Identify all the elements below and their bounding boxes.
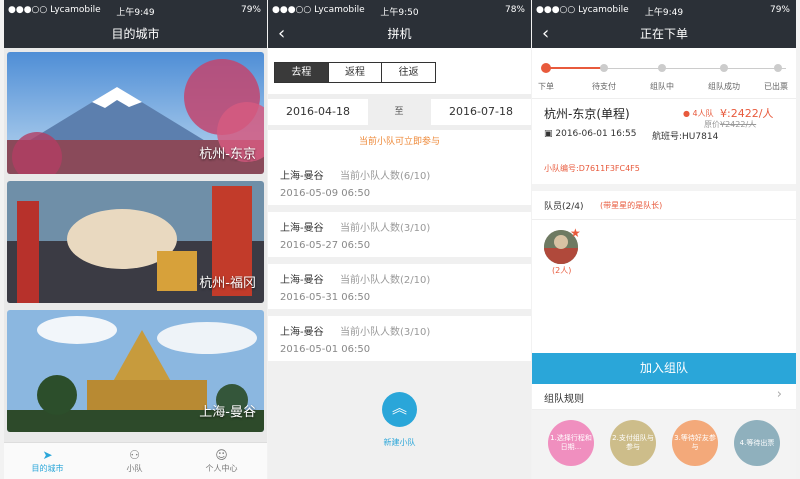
battery: 79% <box>240 5 261 15</box>
progress-label: 组队成功 <box>708 82 740 91</box>
clock: 上午9:50 <box>380 8 419 18</box>
screen-destinations: ●●●○○ Lycamobile 上午9:49 79% 目的城市 杭州-东京 杭… <box>4 0 267 479</box>
join-hint: 当前小队可立即参与 <box>358 137 440 147</box>
order-summary: 杭州-东京(单程) ● 4人队 ¥:2422/人 原价¥2422/人 ▣ 201… <box>532 98 796 184</box>
clock: 上午9:49 <box>116 8 155 18</box>
trip-type-segmented-control: 去程 返程 往返 <box>274 62 436 83</box>
progress-label: 待支付 <box>592 82 616 91</box>
status-bar: ●●●○○ Lycamobile 上午9:50 78% <box>268 0 531 21</box>
flow-step-4: 4.等待出票 <box>734 420 780 466</box>
tab-team[interactable]: ⚇ 小队 <box>91 448 178 474</box>
new-team-label[interactable]: 新建小队 <box>268 437 531 448</box>
tab-label: 个人中心 <box>205 464 238 473</box>
avatar-count: (2人) <box>552 266 572 275</box>
screen-order: ●●●○○ Lycamobile 上午9:49 79% ‹ 正在下单 下单 待支… <box>532 0 796 479</box>
trip-date: 2016-05-27 06:50 <box>280 240 371 251</box>
trip-item[interactable]: 上海-曼谷 当前小队人数(3/10) 2016-05-27 06:50 <box>268 212 531 257</box>
flow-step-3: 3.等待好友参与 <box>672 420 718 466</box>
date-separator: 至 <box>394 107 404 117</box>
segment-return[interactable]: 返程 <box>327 63 382 82</box>
page-title: 拼机 <box>387 27 412 41</box>
members-header: 队员(2/4) (带星星的是队长) <box>532 191 796 219</box>
progress-dot <box>720 64 728 72</box>
flight-number: 航班号:HU7814 <box>652 132 719 142</box>
trip-date: 2016-05-09 06:50 <box>280 188 371 199</box>
tab-label: 目的城市 <box>31 464 64 473</box>
flow-step-2: 2.支付组队与参与 <box>610 420 656 466</box>
nav-bar: 目的城市 <box>4 21 267 48</box>
city-card-label: 杭州-福冈 <box>199 276 256 291</box>
city-card-tokyo[interactable]: 杭州-东京 <box>7 52 264 174</box>
trip-item[interactable]: 上海-曼谷 当前小队人数(6/10) 2016-05-09 06:50 <box>268 160 531 205</box>
trip-item[interactable]: 上海-曼谷 当前小队人数(2/10) 2016-05-31 06:50 <box>268 264 531 309</box>
new-team-button[interactable]: ︽ <box>382 392 417 427</box>
city-card-bangkok[interactable]: 上海-曼谷 <box>7 310 264 432</box>
page-title: 正在下单 <box>639 27 688 41</box>
tab-profile[interactable]: ☺ 个人中心 <box>178 448 265 474</box>
order-progress: 下单 待支付 组队中 组队成功 已出票 <box>532 48 796 98</box>
tab-bar: ➤ 目的城市 ⚇ 小队 ☺ 个人中心 <box>4 442 267 479</box>
battery: 79% <box>769 5 790 15</box>
battery: 78% <box>504 5 525 15</box>
progress-dot <box>774 64 782 72</box>
date-to[interactable]: 2016-07-18 <box>431 99 531 125</box>
segment-outbound[interactable]: 去程 <box>275 63 328 82</box>
stage: ●●●○○ Lycamobile 上午9:49 79% 目的城市 杭州-东京 杭… <box>0 0 800 479</box>
trip-item[interactable]: 上海-曼谷 当前小队人数(3/10) 2016-05-01 06:50 <box>268 316 531 361</box>
members-title: 队员(2/4) <box>544 202 584 212</box>
status-bar: ●●●○○ Lycamobile 上午9:49 79% <box>4 0 267 21</box>
progress-dot <box>600 64 608 72</box>
trip-count: 当前小队人数(6/10) <box>340 171 431 182</box>
clock: 上午9:49 <box>644 8 684 18</box>
trip-date: 2016-05-31 06:50 <box>280 292 371 303</box>
progress-dot-active <box>541 63 551 73</box>
progress-label: 已出票 <box>764 82 788 91</box>
members-list: ★ (2人) <box>532 219 796 354</box>
progress-line-done <box>544 67 602 69</box>
trip-route: 上海-曼谷 <box>280 223 324 234</box>
team-rules-row[interactable]: 组队规则 › <box>532 384 796 410</box>
location-arrow-icon: ➤ <box>42 448 53 462</box>
city-card-label: 杭州-东京 <box>199 147 256 162</box>
segment-round-trip[interactable]: 往返 <box>381 63 435 82</box>
city-card-label: 上海-曼谷 <box>199 405 256 420</box>
members-note: (带星星的是队长) <box>600 201 663 210</box>
people-icon: ⚇ <box>129 448 140 462</box>
team-size-badge: ● 4人队 <box>683 109 714 118</box>
nav-bar: ‹ 拼机 <box>268 21 531 48</box>
join-team-button[interactable]: 加入组队 <box>532 353 796 384</box>
trip-route: 上海-曼谷 <box>280 171 324 182</box>
page-title: 目的城市 <box>111 27 160 41</box>
city-card-fukuoka[interactable]: 杭州-福冈 <box>7 181 264 303</box>
departure-time: ▣ 2016-06-01 16:55 <box>544 129 637 139</box>
chevron-right-icon: › <box>776 387 782 402</box>
flow-step-1: 1.选择行程和日期... <box>548 420 594 466</box>
leader-star-icon: ★ <box>570 226 581 240</box>
team-number: 小队编号:D7611F3FC4F5 <box>544 164 640 173</box>
trip-count: 当前小队人数(3/10) <box>340 327 431 338</box>
status-bar: ●●●○○ Lycamobile 上午9:49 79% <box>532 0 796 21</box>
trip-route: 上海-曼谷 <box>280 275 324 286</box>
order-route: 杭州-东京(单程) <box>544 107 630 121</box>
team-rules-label: 组队规则 <box>544 394 584 405</box>
tab-destinations[interactable]: ➤ 目的城市 <box>4 448 91 474</box>
trip-route: 上海-曼谷 <box>280 327 324 338</box>
back-chevron-icon[interactable]: ‹ <box>542 21 549 47</box>
trip-date: 2016-05-01 06:50 <box>280 344 371 355</box>
back-chevron-icon[interactable]: ‹ <box>278 21 285 47</box>
trip-count: 当前小队人数(2/10) <box>340 275 431 286</box>
progress-label: 组队中 <box>650 82 674 91</box>
trip-count: 当前小队人数(3/10) <box>340 223 431 234</box>
progress-dot <box>658 64 666 72</box>
progress-label: 下单 <box>538 82 554 91</box>
double-chevron-up-icon: ︽ <box>391 399 407 417</box>
nav-bar: ‹ 正在下单 <box>532 21 796 48</box>
person-icon: ☺ <box>215 448 228 462</box>
screen-carpool: ●●●○○ Lycamobile 上午9:50 78% ‹ 拼机 去程 返程 往… <box>268 0 531 479</box>
tab-label: 小队 <box>126 464 143 473</box>
date-from[interactable]: 2016-04-18 <box>268 99 368 125</box>
